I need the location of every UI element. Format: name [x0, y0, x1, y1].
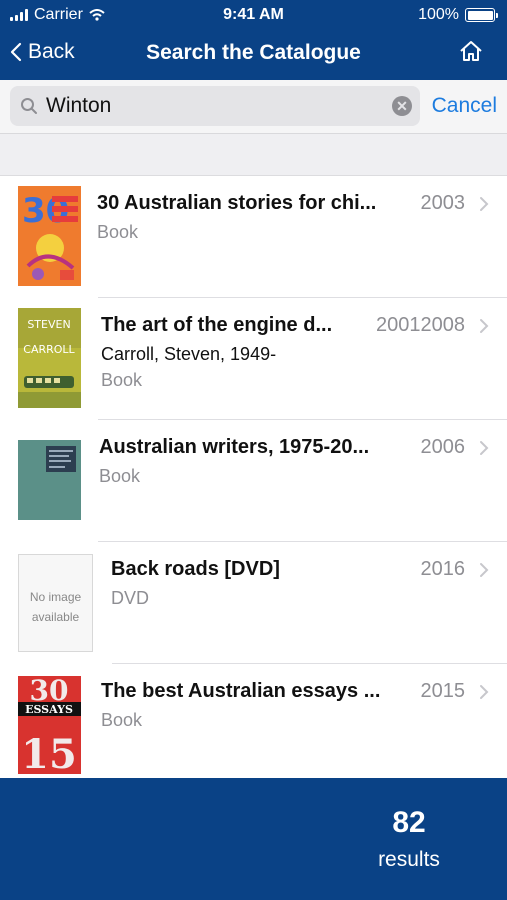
list-item[interactable]: 30 30 Australian stories for chi... 2003… [0, 176, 507, 298]
result-title: Australian writers, 1975-20... [99, 436, 370, 458]
clear-search-button[interactable]: ✕ [392, 96, 412, 116]
result-year: 20012008 [376, 314, 465, 336]
cover-author-last: CARROLL [23, 343, 75, 356]
no-image-text: available [31, 610, 80, 624]
list-item[interactable]: No image available Back roads [DVD] 2016… [0, 542, 507, 664]
page-title: Search the Catalogue [146, 41, 361, 64]
battery-percent: 100% [418, 6, 459, 23]
cover-essays-text: ESSAYS [25, 703, 73, 716]
result-type: Book [101, 370, 143, 390]
status-bar: Carrier 9:41 AM 100% [0, 0, 507, 32]
result-type: Book [101, 710, 143, 730]
no-image-placeholder: No image available [18, 554, 93, 652]
result-type: Book [99, 466, 141, 486]
home-icon [460, 41, 482, 61]
result-title: The best Australian essays ... [101, 680, 381, 702]
section-header [0, 134, 507, 176]
search-bar: Winton ✕ Cancel [0, 80, 507, 134]
navigation-bar: Back Search the Catalogue [0, 32, 507, 76]
result-title: Back roads [DVD] [111, 558, 280, 580]
result-year: 2016 [420, 558, 466, 580]
svg-text:15: 15 [21, 731, 77, 774]
result-author: Carroll, Steven, 1949- [101, 344, 277, 364]
result-year: 2003 [420, 192, 466, 214]
battery-status: 100% [418, 6, 498, 24]
clear-icon: ✕ [396, 97, 408, 114]
result-count: 82 [392, 806, 426, 839]
battery-icon [465, 8, 498, 22]
result-title: 30 Australian stories for chi... [97, 192, 377, 214]
result-type: DVD [111, 588, 150, 608]
top-bar: Carrier 9:41 AM 100% Back Search the Cat… [0, 0, 507, 80]
chevron-right-icon [480, 319, 489, 333]
result-title: The art of the engine d... [101, 314, 333, 336]
list-item[interactable]: STEVEN CARROLL The art of the engine d..… [0, 298, 507, 420]
chevron-right-icon [480, 441, 489, 455]
home-button[interactable] [459, 40, 483, 67]
chevron-right-icon [480, 197, 489, 211]
cancel-button[interactable]: Cancel [432, 94, 497, 118]
result-type: Book [97, 222, 139, 242]
no-image-text: No image [29, 590, 82, 604]
search-input-value: Winton [46, 94, 112, 117]
search-input[interactable]: Winton ✕ [10, 86, 420, 126]
chevron-right-icon [480, 685, 489, 699]
book-cover-image: STEVEN CARROLL [18, 308, 81, 408]
results-list: 30 30 Australian stories for chi... 2003… [0, 176, 507, 778]
result-count-label: results [378, 848, 440, 871]
book-cover-image: 30 ESSAYS 15 [18, 676, 81, 774]
battery-fill [467, 10, 493, 20]
search-icon [21, 98, 37, 114]
cover-author-first: STEVEN [27, 318, 70, 331]
chevron-right-icon [480, 563, 489, 577]
book-cover-image [18, 440, 81, 520]
results-footer: 82 results [0, 778, 507, 900]
result-year: 2015 [420, 680, 466, 702]
list-item[interactable]: Australian writers, 1975-20... 2006 Book [0, 420, 507, 542]
list-item[interactable]: 30 ESSAYS 15 The best Australian essays … [0, 664, 507, 778]
result-year: 2006 [420, 436, 466, 458]
book-cover-image: 30 [18, 186, 81, 286]
